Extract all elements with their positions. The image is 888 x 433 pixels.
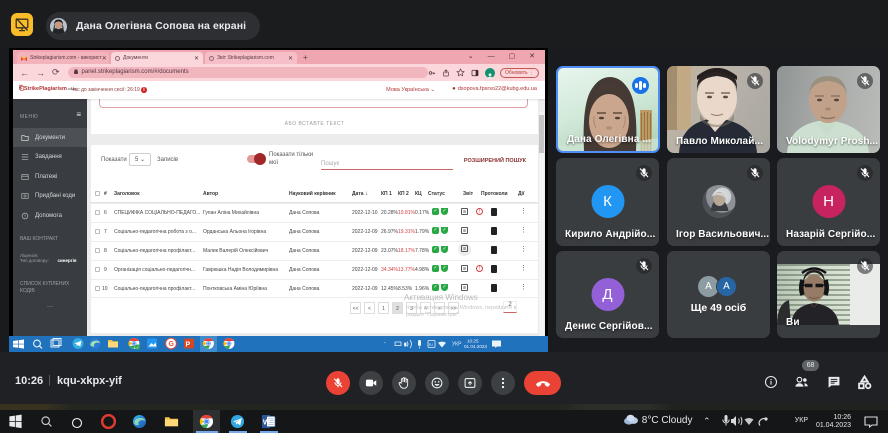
svg-text:W: W bbox=[263, 418, 271, 427]
svg-text:G: G bbox=[169, 341, 175, 348]
svg-text:10:25: 10:25 bbox=[467, 339, 479, 344]
svg-text:УКР: УКР bbox=[452, 342, 462, 348]
svg-text:01.04.2023: 01.04.2023 bbox=[464, 344, 487, 349]
svg-text:✓: ✓ bbox=[136, 345, 139, 350]
svg-text:⌃: ⌃ bbox=[383, 341, 387, 346]
svg-text:ru: ru bbox=[429, 342, 433, 347]
svg-text:?: ? bbox=[24, 213, 27, 218]
svg-text:P: P bbox=[186, 342, 191, 349]
